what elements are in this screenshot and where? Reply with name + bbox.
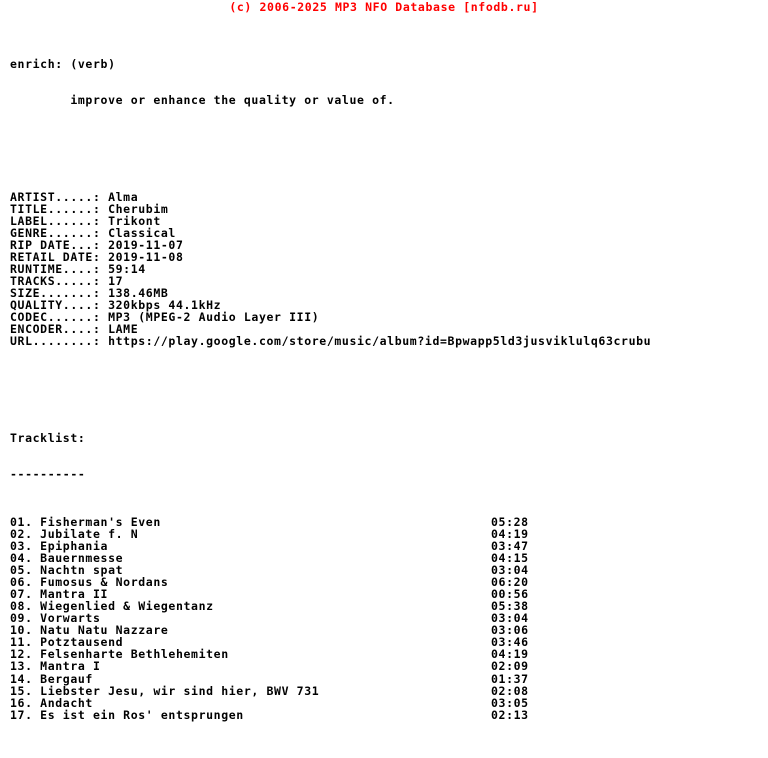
track-title: 17. Es ist ein Ros' entsprungen bbox=[10, 707, 244, 722]
track-duration: 03:46 bbox=[491, 635, 529, 650]
track-duration: 03:05 bbox=[491, 695, 529, 710]
track-row: 17. Es ist ein Ros' entsprungen 02:13 bbox=[10, 709, 651, 721]
track-duration: 05:38 bbox=[491, 599, 529, 614]
tracklist-underline: ---------- bbox=[10, 466, 86, 481]
track-duration: 05:28 bbox=[491, 514, 529, 529]
definition-meaning: improve or enhance the quality or value … bbox=[10, 93, 395, 108]
track-duration: 03:04 bbox=[491, 563, 529, 578]
track-duration: 04:19 bbox=[491, 526, 529, 541]
info-row: TITLE......: Cherubim bbox=[10, 201, 169, 216]
track-duration: 02:09 bbox=[491, 659, 529, 674]
tracklist-heading: Tracklist: bbox=[10, 430, 86, 445]
copyright-header: (c) 2006-2025 MP3 NFO Database [nfodb.ru… bbox=[229, 0, 539, 14]
track-duration: 01:37 bbox=[491, 671, 529, 686]
track-duration: 03:06 bbox=[491, 623, 529, 638]
track-duration: 02:08 bbox=[491, 683, 529, 698]
info-row: LABEL......: Trikont bbox=[10, 213, 161, 228]
track-row: 13. Mantra I 02:09 bbox=[10, 660, 651, 672]
nfo-body: enrich: (verb) improve or enhance the qu… bbox=[10, 22, 651, 757]
track-duration: 04:15 bbox=[491, 551, 529, 566]
track-row: 12. Felsenharte Bethlehemiten 04:19 bbox=[10, 648, 651, 660]
track-duration: 00:56 bbox=[491, 587, 529, 602]
info-row: ARTIST.....: Alma bbox=[10, 189, 139, 204]
track-duration: 03:47 bbox=[491, 539, 529, 554]
track-duration: 03:04 bbox=[491, 611, 529, 626]
track-row: 08. Wiegenlied & Wiegentanz 05:38 bbox=[10, 600, 651, 612]
track-duration: 02:13 bbox=[491, 707, 529, 722]
track-duration: 04:19 bbox=[491, 647, 529, 662]
definition-term: enrich: (verb) bbox=[10, 57, 116, 72]
release-info-list: ARTIST.....: Alma TITLE......: Cherubim LA… bbox=[10, 191, 651, 348]
nfo-document: (c) 2006-2025 MP3 NFO Database [nfodb.ru… bbox=[0, 0, 768, 721]
track-duration: 06:20 bbox=[491, 575, 529, 590]
tracklist: 01. Fisherman's Even 05:28 02. Jubilate f.… bbox=[10, 516, 651, 721]
track-row: 15. Liebster Jesu, wir sind hier, BWV 73… bbox=[10, 685, 651, 697]
info-row: URL........: https://play.google.com/sto… bbox=[10, 334, 652, 349]
